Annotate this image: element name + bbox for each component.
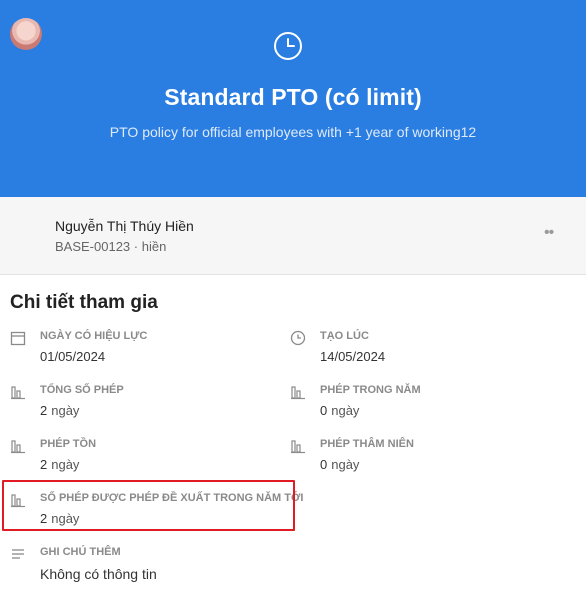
clock-icon [290, 330, 306, 346]
section-title: Chi tiết tham gia [10, 292, 158, 313]
policy-header: Standard PTO (có limit) PTO policy for o… [0, 0, 586, 197]
policy-subtitle: PTO policy for official employees with +… [109, 124, 477, 140]
field-label: NGÀY CÓ HIỆU LỰC [40, 330, 148, 342]
field-label: TỔNG SỐ PHÉP [40, 384, 124, 396]
field-value: 14/05/2024 [320, 349, 386, 364]
field-value: 01/05/2024 [40, 349, 106, 364]
field-label: PHÉP THÂM NIÊN [320, 438, 414, 450]
field-label: TẠO LÚC [320, 330, 369, 342]
clock-icon [274, 32, 302, 60]
user-name: Nguyễn Thị Thúy Hiền [55, 218, 194, 234]
field-value: 0 ngày [320, 403, 360, 418]
highlight-box [2, 480, 295, 531]
notes-icon [12, 549, 24, 559]
bar-chart-icon [11, 440, 25, 454]
user-row [0, 197, 586, 275]
field-label: GHI CHÚ THÊM [40, 546, 121, 558]
policy-title: Standard PTO (có limit) [164, 84, 422, 110]
field-label: PHÉP TRONG NĂM [320, 384, 421, 396]
field-value: 2 ngày [40, 457, 80, 472]
calendar-icon [10, 331, 26, 346]
field-value: 0 ngày [320, 457, 360, 472]
field-label: PHÉP TỒN [40, 438, 97, 450]
user-code: BASE-00123 · hiền [55, 239, 167, 254]
bar-chart-icon [11, 386, 25, 400]
bar-chart-icon [291, 440, 305, 454]
bar-chart-icon [291, 386, 305, 400]
more-options-icon[interactable]: •• [544, 224, 554, 242]
field-value: 2 ngày [40, 403, 80, 418]
field-value: Không có thông tin [40, 566, 157, 582]
avatar [10, 18, 42, 50]
